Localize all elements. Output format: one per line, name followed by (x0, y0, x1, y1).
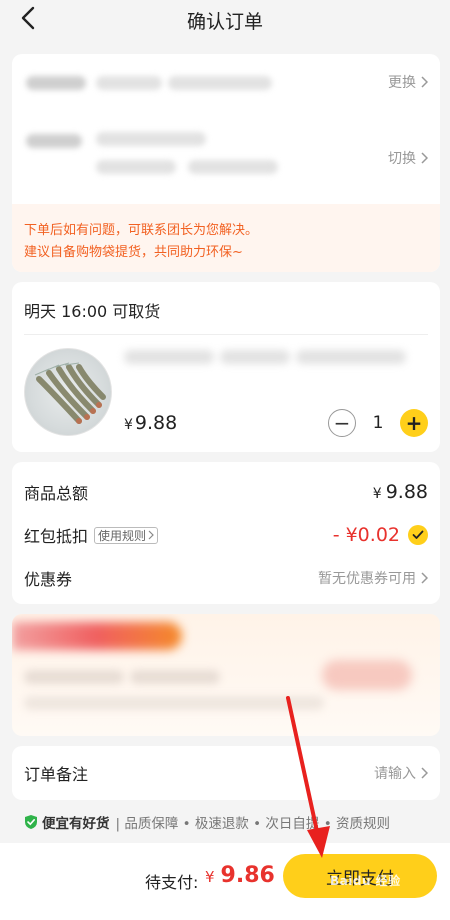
coupon-label: 优惠券 (24, 570, 73, 589)
chevron-right-icon (421, 152, 428, 164)
usage-rules-label: 使用规则 (98, 528, 147, 543)
watermark-logo: Baidu 经验 (330, 874, 401, 888)
remark-placeholder: 请输入 (374, 766, 416, 782)
remark-row[interactable]: 订单备注 请输入 (24, 759, 428, 787)
pickup-time: 明天 16:00 可取货 (24, 302, 161, 321)
header-bar: 确认订单 (0, 0, 450, 40)
redpacket-label: 红包抵扣 (24, 527, 89, 546)
amount-due-value: ¥9.86 (205, 863, 275, 888)
usage-rules-button[interactable]: 使用规则 (94, 526, 159, 544)
chevron-right-icon (421, 76, 428, 88)
switch-label: 切换 (388, 151, 416, 167)
redpacket-row[interactable]: 红包抵扣 使用规则 - ¥0.02 (24, 521, 428, 549)
order-notice: 下单后如有问题，可联系团长为您解决。 建议自备购物袋提货，共同助力环保~ (12, 204, 440, 272)
quantity-stepper: − 1 + (328, 409, 428, 437)
promo-badge (12, 622, 182, 650)
shield-check-icon (25, 815, 37, 829)
switch-button[interactable]: 切换 (388, 148, 428, 168)
coupon-row[interactable]: 优惠券 暂无优惠券可用 (24, 564, 428, 592)
goods-total-value: ¥9.88 (373, 481, 428, 503)
currency-symbol: ¥ (372, 486, 382, 502)
checkout-bar: 待支付: ¥9.86 立即支付 Baidu 经验 (0, 843, 450, 920)
guarantee-brand-label: 便宜有好货 (42, 816, 110, 832)
notice-line-1: 下单后如有问题，可联系团长为您解决。 (24, 223, 259, 238)
notice-line-2: 建议自备购物袋提货，共同助力环保~ (24, 245, 243, 260)
amount-due-label: 待支付: (145, 873, 199, 892)
product-price: ¥9.88 (124, 412, 177, 434)
chevron-right-icon (421, 572, 428, 584)
promotion-card[interactable] (12, 614, 440, 736)
back-arrow-icon[interactable] (14, 4, 42, 32)
redpacket-value: - ¥0.02 (332, 524, 400, 546)
divider (24, 334, 428, 335)
checkmark-icon[interactable] (408, 525, 428, 545)
change-label: 更换 (388, 75, 416, 91)
remark-label: 订单备注 (24, 765, 89, 784)
price-summary-card: 商品总额 ¥9.88 红包抵扣 使用规则 - ¥0.02 优惠券 暂无优惠券可用 (12, 462, 440, 604)
currency-symbol: ¥ (124, 417, 133, 433)
page-title: 确认订单 (186, 10, 263, 33)
goods-total-amount: 9.88 (385, 481, 428, 503)
remark-card[interactable]: 订单备注 请输入 (12, 746, 440, 800)
chevron-right-icon (148, 530, 154, 540)
address-card: 更换 切换 下单后如有问题，可联系团长为您解决。 建议自备购物袋提货，共同助力环… (12, 54, 440, 272)
guarantee-items[interactable]: | 品质保障 • 极速退款 • 次日自提 • 资质规则 (116, 812, 390, 832)
price-value: 9.88 (134, 412, 178, 434)
change-address-button[interactable]: 更换 (388, 72, 428, 92)
goods-total-row: 商品总额 ¥9.88 (24, 478, 428, 506)
currency-symbol: ¥ (205, 868, 215, 886)
increase-button[interactable]: + (400, 409, 428, 437)
quantity-value: 1 (372, 413, 384, 433)
product-card: 明天 16:00 可取货 ¥9.88 − 1 + (12, 282, 440, 452)
coupon-status: 暂无优惠券可用 (318, 568, 428, 588)
product-image[interactable] (24, 348, 112, 436)
chevron-right-icon (421, 767, 428, 779)
contact-row[interactable]: 切换 (12, 118, 440, 198)
goods-total-label: 商品总额 (24, 484, 89, 503)
remark-input[interactable]: 请输入 (374, 763, 428, 783)
coupon-value: 暂无优惠券可用 (318, 571, 416, 587)
guarantee-brand: 便宜有好货 (24, 812, 110, 832)
decrease-button[interactable]: − (328, 409, 356, 437)
promo-action[interactable] (322, 660, 412, 690)
service-guarantees: 便宜有好货 | 品质保障 • 极速退款 • 次日自提 • 资质规则 (24, 812, 390, 832)
amount-due-number: 9.86 (220, 863, 275, 888)
pickup-address-row[interactable]: 更换 (12, 54, 440, 118)
